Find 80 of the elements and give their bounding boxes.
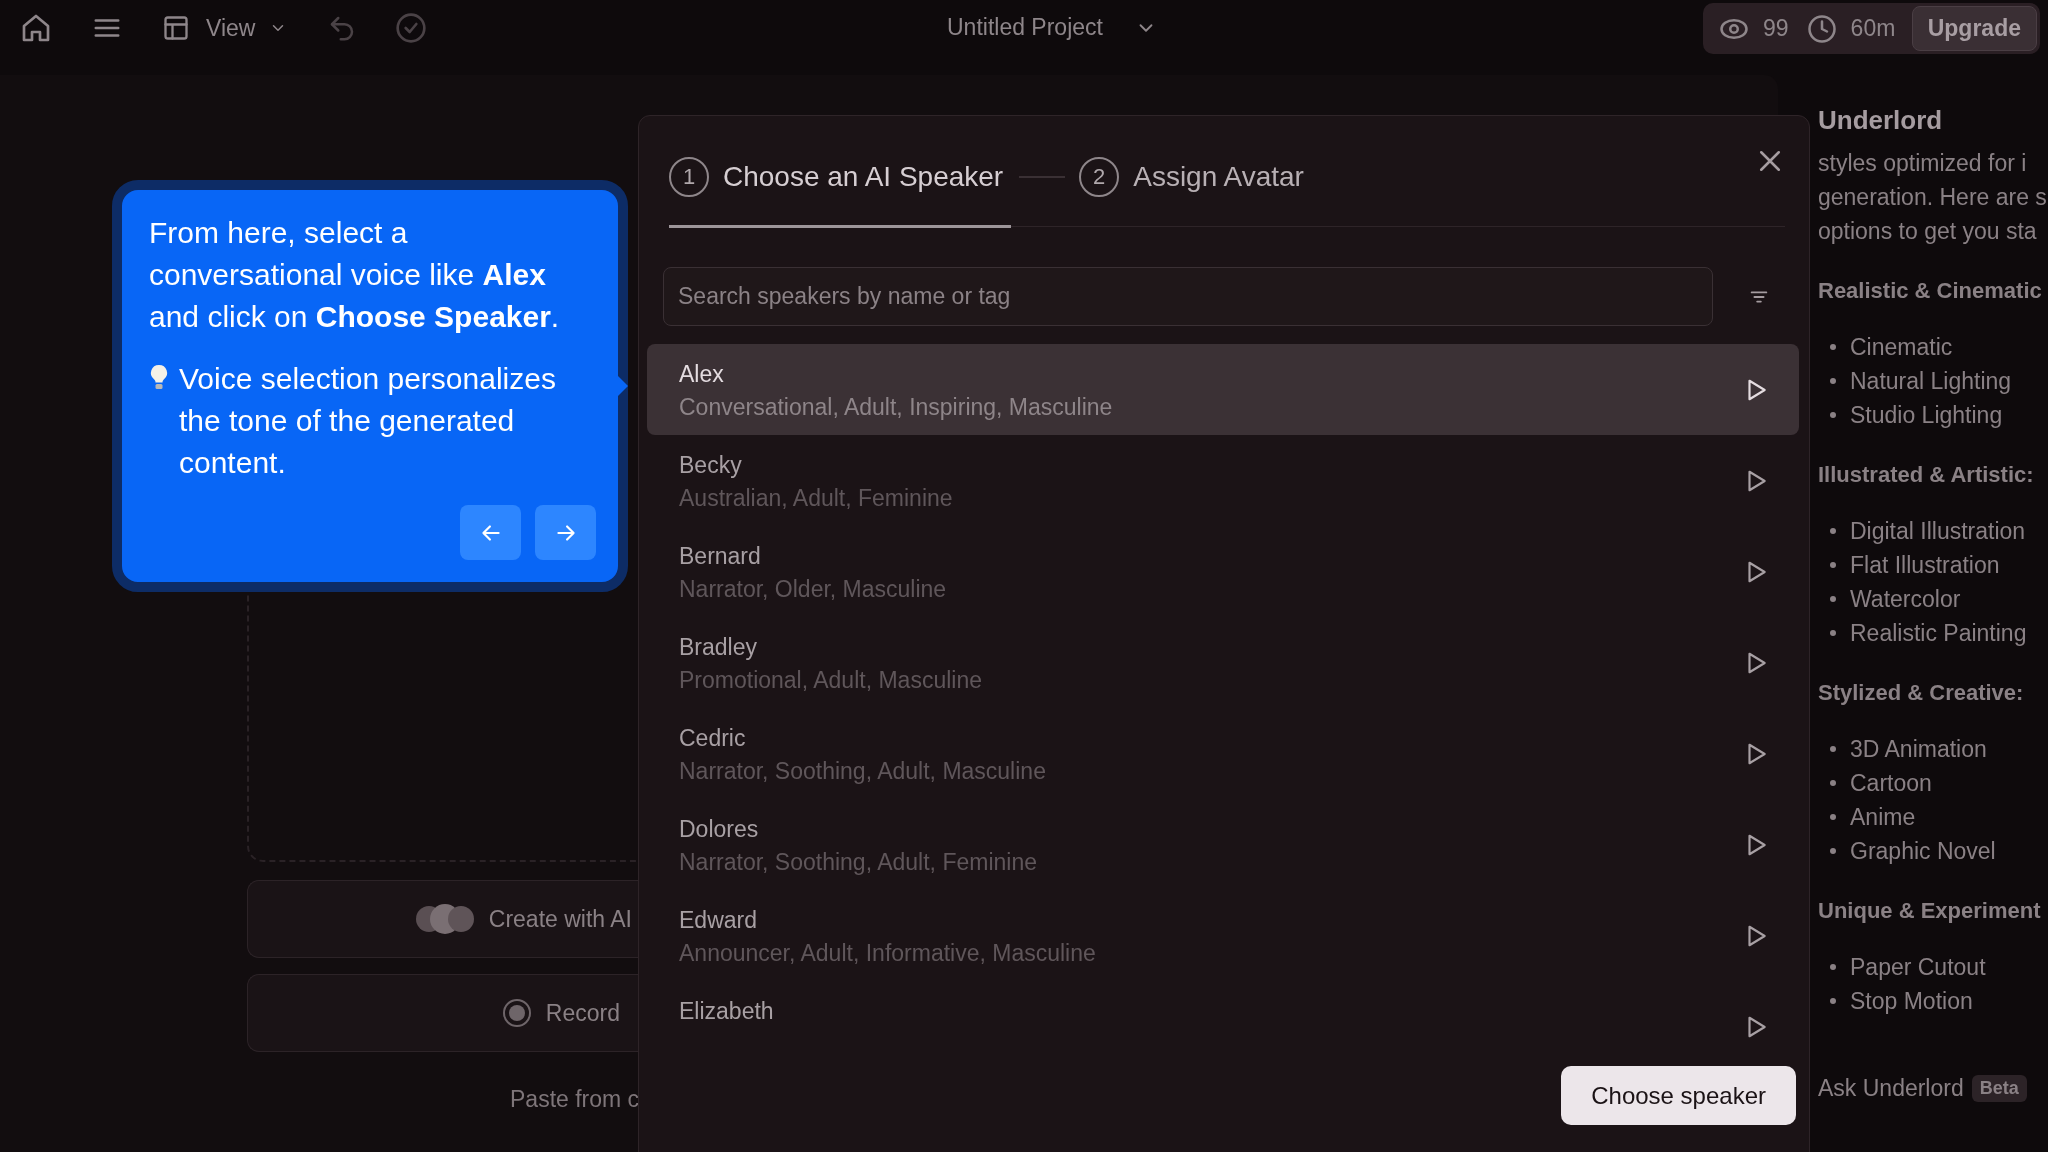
- speaker-tags: Announcer, Adult, Informative, Masculine: [679, 939, 1743, 967]
- speaker-name: Bradley: [679, 633, 758, 661]
- speaker-name: Alex: [679, 360, 725, 388]
- style-option: Flat Illustration: [1850, 551, 2000, 579]
- upgrade-button[interactable]: Upgrade: [1911, 6, 2037, 51]
- speaker-row[interactable]: Dolores Narrator, Soothing, Adult, Feminine: [647, 799, 1799, 890]
- bullet-icon: [1830, 848, 1836, 854]
- bullet-icon: [1830, 814, 1836, 820]
- intro-text: options to get you sta: [1818, 217, 2038, 246]
- panel-title: Underlord: [1818, 105, 1944, 136]
- create-with-ai-button[interactable]: Create with AI: [247, 880, 638, 958]
- section-heading: Illustrated & Artistic:: [1818, 462, 2035, 488]
- speaker-tags: Australian, Adult, Feminine: [679, 484, 1743, 512]
- speaker-name: Edward: [679, 906, 758, 934]
- tooltip-text: From here, select a conversational voice like Alex and click on Choose Speaker.: [149, 215, 561, 335]
- style-option: Natural Lighting: [1850, 367, 2012, 395]
- style-option: Realistic Painting: [1850, 619, 2027, 647]
- bullet-icon: [1830, 746, 1836, 752]
- bullet-icon: [1830, 344, 1836, 350]
- speaker-name: Becky: [679, 451, 743, 479]
- beta-badge: Beta: [1971, 1075, 2027, 1102]
- bullet-icon: [1830, 998, 1836, 1004]
- style-option: Stop Motion: [1850, 987, 1973, 1015]
- home-icon[interactable]: [20, 12, 52, 44]
- lightbulb-icon: [149, 364, 169, 392]
- speaker-tags: Narrator, Soothing, Adult, Masculine: [679, 757, 1743, 785]
- style-option: Studio Lighting: [1850, 401, 2003, 429]
- style-option: Digital Illustration: [1850, 517, 2026, 545]
- credit-count: 99: [1763, 15, 1789, 42]
- check-circle-icon[interactable]: [395, 12, 428, 44]
- step-tab[interactable]: 2 Assign Avatar: [1079, 128, 1312, 228]
- bullet-icon: [1830, 964, 1836, 970]
- speaker-tags: Narrator, Older, Masculine: [679, 575, 1743, 603]
- style-option: Cartoon: [1850, 769, 1932, 797]
- speaker-tags: Conversational, Adult, Inspiring, Masculine: [679, 393, 1743, 421]
- section-heading: Realistic & Cinematic: [1818, 278, 2043, 304]
- bullet-icon: [1830, 630, 1836, 636]
- speaker-tags: Narrator, Soothing, Adult, Feminine: [679, 848, 1743, 876]
- bullet-icon: [1830, 596, 1836, 602]
- speaker-row[interactable]: Edward Announcer, Adult, Informative, Masculine: [647, 890, 1799, 981]
- speaker-row[interactable]: Bradley Promotional, Adult, Masculine: [647, 617, 1799, 708]
- speaker-row[interactable]: Elizabeth: [647, 981, 1799, 1056]
- bullet-icon: [1830, 412, 1836, 418]
- time-remaining: 60m: [1850, 15, 1896, 42]
- style-option: Anime: [1850, 803, 1916, 831]
- speaker-row[interactable]: Bernard Narrator, Older, Masculine: [647, 526, 1799, 617]
- section-heading: Unique & Experiment: [1818, 898, 2042, 924]
- bullet-icon: [1830, 562, 1836, 568]
- tooltip-tip-text: Voice selection personalizes the tone of the generated content.: [179, 361, 557, 481]
- layout-icon[interactable]: [162, 14, 190, 42]
- clock-icon: [1806, 13, 1837, 44]
- speaker-row[interactable]: Alex Conversational, Adult, Inspiring, Masculine: [647, 344, 1799, 435]
- view-menu[interactable]: View: [206, 14, 256, 42]
- search-field[interactable]: Search speakers by name or tag: [663, 267, 1713, 326]
- speaker-name: Dolores: [679, 815, 760, 843]
- style-option: Paper Cutout: [1850, 953, 1986, 981]
- intro-text: styles optimized for i: [1818, 149, 2028, 178]
- project-title[interactable]: Untitled Project: [947, 14, 1103, 41]
- speaker-name: Elizabeth: [679, 997, 775, 1025]
- bullet-icon: [1830, 378, 1836, 384]
- style-option: 3D Animation: [1850, 735, 1987, 763]
- choose-speaker-button[interactable]: Choose speaker: [1561, 1066, 1796, 1125]
- speaker-tags: Promotional, Adult, Masculine: [679, 666, 1743, 694]
- style-option: Cinematic: [1850, 333, 1953, 361]
- speaker-row[interactable]: Cedric Narrator, Soothing, Adult, Masculine: [647, 708, 1799, 799]
- avatar-group-icon: [414, 902, 475, 936]
- style-option: Watercolor: [1850, 585, 1961, 613]
- section-heading: Stylized & Creative:: [1818, 680, 2025, 706]
- style-option: Graphic Novel: [1850, 837, 1996, 865]
- paste-link[interactable]: Paste from c: [247, 1086, 640, 1113]
- bullet-icon: [1830, 528, 1836, 534]
- record-button[interactable]: Record: [247, 974, 638, 1052]
- step-tab[interactable]: 1 Choose an AI Speaker: [669, 128, 1012, 228]
- speaker-name: Bernard: [679, 542, 762, 570]
- speaker-name: Cedric: [679, 724, 747, 752]
- record-icon: [501, 998, 532, 1028]
- ask-underlord-label[interactable]: Ask Underlord: [1818, 1075, 1964, 1102]
- bullet-icon: [1830, 780, 1836, 786]
- speaker-row[interactable]: Becky Australian, Adult, Feminine: [647, 435, 1799, 526]
- intro-text: generation. Here are s: [1818, 183, 2048, 212]
